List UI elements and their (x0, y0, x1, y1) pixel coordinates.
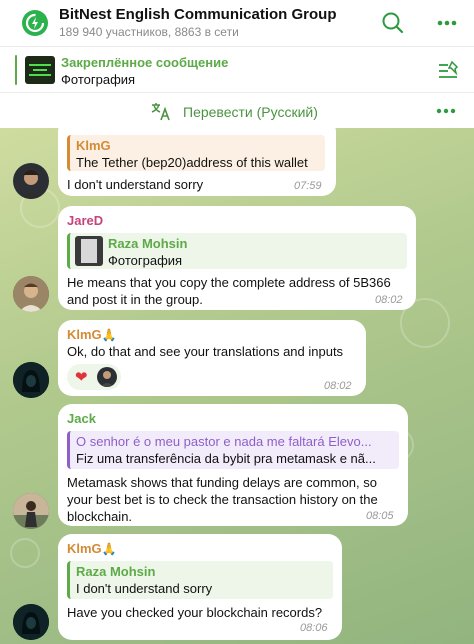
message-text: Metamask shows that funding delays are c… (67, 475, 377, 490)
group-member-count: 189 940 участников, 8863 в сети (59, 25, 239, 39)
message-bubble[interactable]: JareD Raza Mohsin Фотография He means th… (58, 206, 416, 310)
message-text: Have you checked your blockchain records… (67, 605, 323, 620)
message-text: your best bet is to check the transactio… (67, 492, 378, 507)
reply-quote-text: Фотография (108, 253, 183, 268)
reaction-avatar (97, 367, 117, 387)
heart-icon: ❤ (75, 369, 88, 386)
group-title[interactable]: BitNest English Communication Group (59, 6, 337, 23)
translate-icon[interactable] (150, 100, 172, 122)
translate-button[interactable]: Перевести (Русский) (183, 104, 318, 120)
pinned-message-bar[interactable]: Закреплённое сообщение Фотография (0, 46, 474, 92)
sender-name[interactable]: KlmG🙏 (67, 541, 117, 556)
message-text: I don't understand sorry (67, 177, 204, 192)
message-time: 07:59 (294, 180, 322, 192)
avatar[interactable] (13, 362, 49, 398)
chat-area[interactable]: KlmG The Tether (bep20)address of this w… (0, 128, 474, 644)
pinned-title: Закреплённое сообщение (61, 55, 229, 70)
background-pattern (10, 538, 40, 568)
reply-quote[interactable]: Raza Mohsin Фотография (67, 233, 407, 269)
message-bubble[interactable]: KlmG🙏 Raza Mohsin I don't understand sor… (58, 534, 342, 640)
translate-bar: Перевести (Русский) (0, 92, 474, 128)
sender-name-text: KlmG (67, 541, 102, 556)
message-bubble[interactable]: KlmG The Tether (bep20)address of this w… (58, 128, 336, 196)
message-bubble[interactable]: Jack O senhor é o meu pastor e nada me f… (58, 404, 408, 526)
pinned-indicator (15, 55, 17, 85)
reply-quote-name: O senhor é o meu pastor e nada me faltar… (76, 434, 372, 449)
translate-more-icon[interactable] (432, 97, 460, 125)
message-text: and post it in the group. (67, 292, 203, 307)
reply-quote-name: KlmG (76, 138, 111, 153)
message-time: 08:02 (324, 380, 352, 392)
quote-thumbnail (75, 236, 103, 266)
chat-header: BitNest English Communication Group 189 … (0, 0, 474, 46)
more-icon[interactable] (432, 8, 462, 38)
sender-name[interactable]: KlmG🙏 (67, 327, 117, 342)
bitnest-logo-icon[interactable] (22, 10, 48, 36)
reply-quote-text: The Tether (bep20)address of this wallet (76, 155, 308, 170)
sender-name[interactable]: JareD (67, 213, 103, 228)
reply-quote[interactable]: O senhor é o meu pastor e nada me faltar… (67, 431, 399, 469)
avatar[interactable] (13, 604, 49, 640)
reply-quote-text: Fiz uma transferência da bybit pra metam… (76, 451, 376, 466)
sender-name-text: KlmG (67, 327, 102, 342)
praying-hands-icon: 🙏 (101, 542, 117, 556)
pinned-thumbnail (25, 56, 55, 84)
reply-quote[interactable]: Raza Mohsin I don't understand sorry (67, 561, 333, 599)
reply-quote-name: Raza Mohsin (108, 236, 188, 251)
avatar[interactable] (13, 163, 49, 199)
reply-quote-text: I don't understand sorry (76, 581, 213, 596)
praying-hands-icon: 🙏 (101, 328, 117, 342)
sender-name[interactable]: Jack (67, 411, 96, 426)
message-time: 08:02 (375, 294, 403, 306)
reaction-heart[interactable]: ❤ (67, 364, 121, 390)
message-time: 08:06 (300, 622, 328, 634)
search-icon[interactable] (378, 8, 408, 38)
message-time: 08:05 (366, 510, 394, 522)
message-text: blockchain. (67, 509, 133, 524)
avatar[interactable] (13, 493, 49, 529)
pinned-text: Фотография (61, 72, 136, 87)
avatar[interactable] (13, 276, 49, 312)
message-text: Ok, do that and see your translations an… (67, 344, 344, 359)
reply-quote[interactable]: KlmG The Tether (bep20)address of this w… (67, 135, 325, 171)
pinned-list-icon[interactable] (437, 60, 461, 82)
message-bubble[interactable]: KlmG🙏 Ok, do that and see your translati… (58, 320, 366, 396)
message-text: He means that you copy the complete addr… (67, 275, 391, 290)
reply-quote-name: Raza Mohsin (76, 564, 156, 579)
